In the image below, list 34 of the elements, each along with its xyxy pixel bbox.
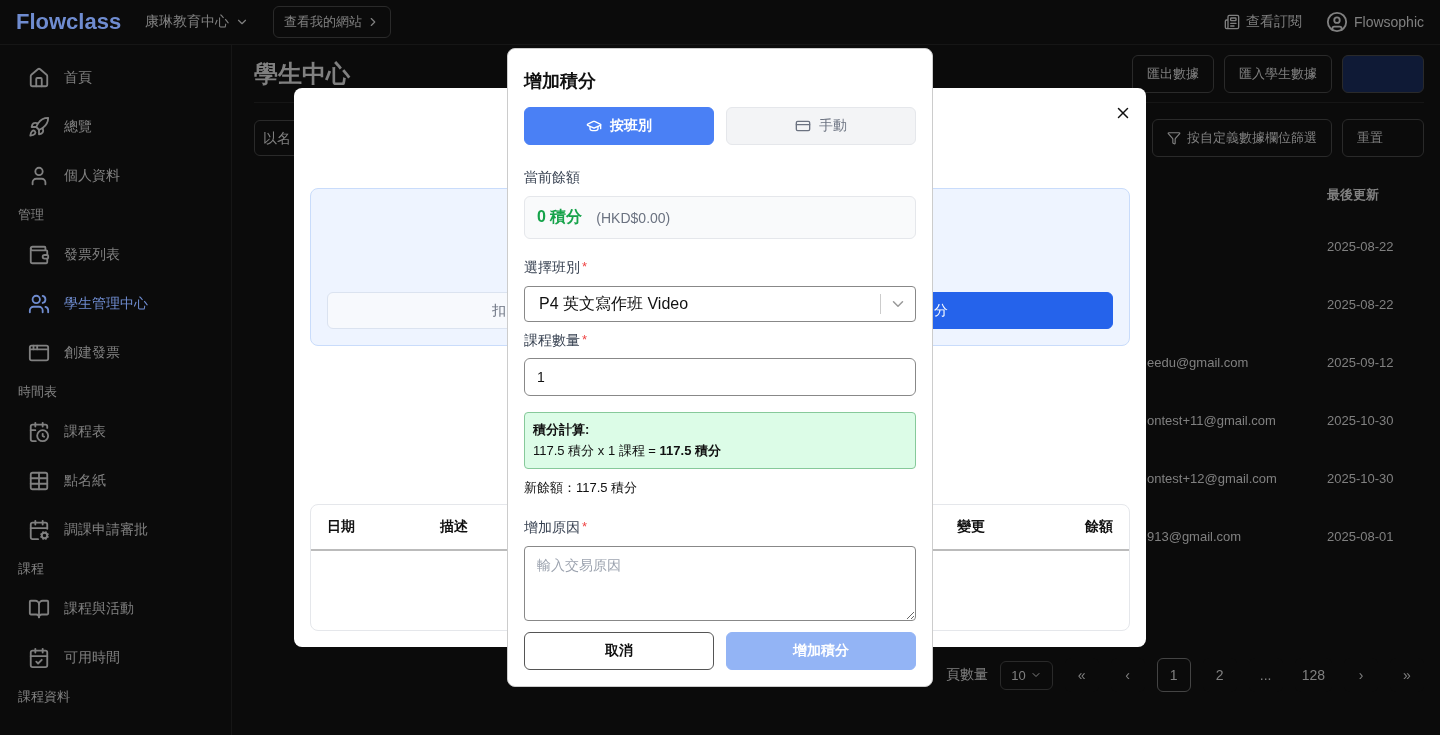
column-header: 變更 — [957, 518, 985, 536]
field-label: 增加原因 — [524, 519, 580, 537]
table-cell-text: 2025-08-01 — [1327, 527, 1394, 546]
table-cell-text: 913@gmail.com — [1147, 527, 1242, 546]
section-title: 管理 — [17, 206, 45, 224]
section-title: 課程資料 — [17, 688, 71, 706]
table-cell-text: ontest+12@gmail.com — [1147, 469, 1277, 488]
table-cell-text: 2025-10-30 — [1327, 469, 1394, 488]
balance-amount: (HKD$0.00) — [596, 209, 671, 226]
page-size-label: 頁數量 — [946, 666, 989, 684]
dialog-title: 增加積分 — [524, 70, 596, 93]
table-cell-text: eedu@gmail.com — [1147, 353, 1249, 372]
required-mark: * — [582, 259, 588, 274]
section-title: 課程 — [17, 560, 45, 578]
column-header: 描述 — [440, 518, 468, 536]
table-cell-text: 2025-08-22 — [1327, 295, 1394, 314]
table-cell-text: 2025-08-22 — [1327, 237, 1394, 256]
calculation-formula: 117.5 積分 x 1 課程 = 117.5 積分 — [533, 442, 721, 460]
column-header: 日期 — [327, 518, 355, 536]
table-cell-text: 2025-10-30 — [1327, 411, 1394, 430]
field-label: 課程數量 — [524, 332, 580, 350]
new-balance: 新餘額：117.5 積分 — [524, 479, 638, 497]
table-cell-text: ontest+11@gmail.com — [1147, 411, 1276, 430]
balance-points: 0 積分 — [537, 207, 583, 227]
required-mark: * — [582, 519, 588, 534]
section-title: 時間表 — [17, 383, 58, 401]
field-label: 選擇班別 — [524, 259, 580, 277]
calculation-title: 積分計算: — [533, 421, 590, 439]
column-header: 最後更新 — [1327, 186, 1379, 204]
column-header: 餘額 — [1085, 518, 1113, 536]
field-label: 當前餘額 — [524, 169, 580, 187]
table-cell-text: 2025-09-12 — [1327, 353, 1394, 372]
required-mark: * — [582, 332, 588, 347]
page-title: 學生中心 — [254, 58, 350, 89]
